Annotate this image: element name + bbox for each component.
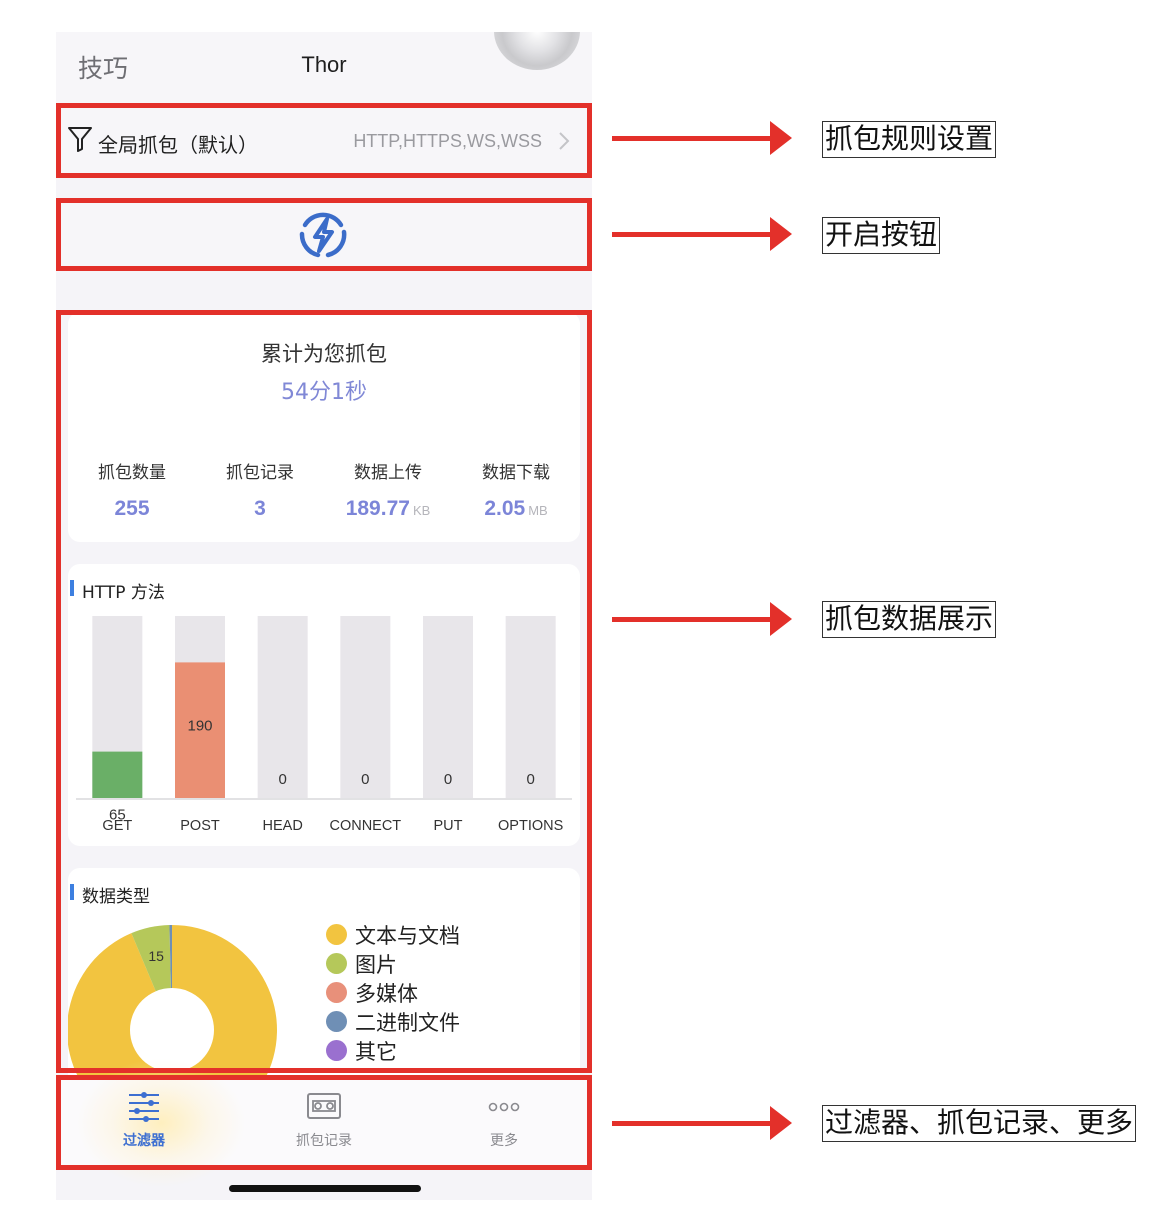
annotation-capture-rules: 抓包规则设置 <box>822 121 997 158</box>
arrow-head <box>770 602 792 636</box>
highlight-start-button <box>56 198 592 271</box>
top-bar: 技巧 Thor <box>56 32 592 104</box>
annotation-data-display: 抓包数据展示 <box>822 601 997 638</box>
home-indicator[interactable] <box>229 1185 421 1192</box>
highlight-tab-bar <box>56 1075 592 1170</box>
arrow-line <box>612 136 772 141</box>
arrow-head <box>770 1106 792 1140</box>
annotation-start-button: 开启按钮 <box>822 217 941 254</box>
arrow-line <box>612 1121 772 1126</box>
arrow-head <box>770 217 792 251</box>
arrow-head <box>770 121 792 155</box>
highlight-capture-rules <box>56 103 592 178</box>
highlight-data-display <box>56 310 592 1073</box>
annotation-tab-bar: 过滤器、抓包记录、更多 <box>822 1105 1137 1142</box>
arrow-line <box>612 617 772 622</box>
arrow-line <box>612 232 772 237</box>
